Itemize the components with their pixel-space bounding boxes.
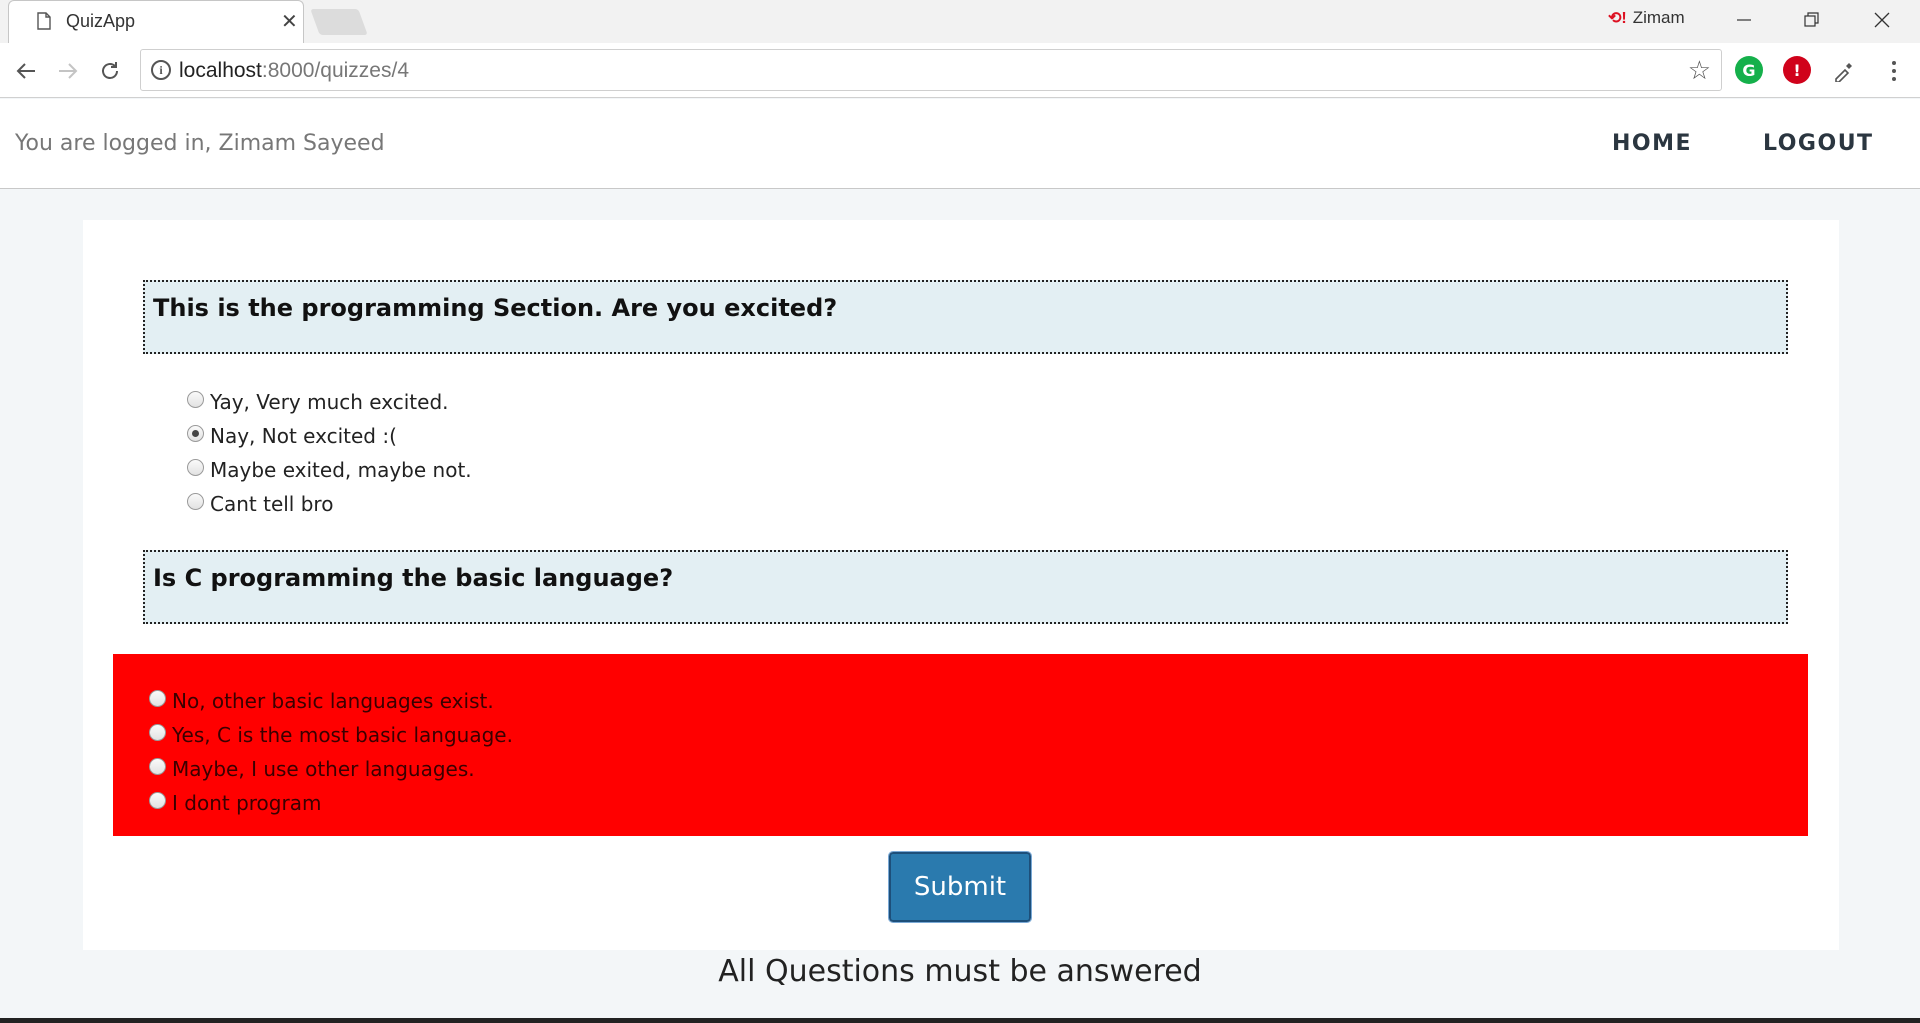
option-label: I dont program xyxy=(172,791,322,815)
question-1: This is the programming Section. Are you… xyxy=(143,280,1788,354)
forward-button[interactable] xyxy=(54,57,82,85)
restore-icon xyxy=(1804,12,1819,27)
browser-toolbar: i localhost:8000/quizzes/4 ☆ G ! xyxy=(0,43,1920,98)
login-status: You are logged in, Zimam Sayeed xyxy=(15,131,385,156)
bookmark-star-icon[interactable]: ☆ xyxy=(1688,56,1711,86)
browser-tab-bar: QuizApp ✕ ⟲! Zimam xyxy=(0,0,1920,44)
tab-title: QuizApp xyxy=(66,11,136,31)
back-button[interactable] xyxy=(12,57,40,85)
url-host: localhost xyxy=(179,59,262,82)
eyedropper-shape xyxy=(1835,63,1852,82)
option-label: No, other basic languages exist. xyxy=(172,689,494,713)
option-1-3[interactable]: Maybe exited, maybe not. xyxy=(187,453,472,487)
eyedropper-icon[interactable] xyxy=(1830,57,1858,85)
adblock-icon[interactable]: ! xyxy=(1783,56,1811,84)
option-label: Cant tell bro xyxy=(210,492,334,516)
submit-button[interactable]: Submit xyxy=(888,851,1032,923)
radio-button[interactable] xyxy=(149,689,166,707)
option-label: Yay, Very much excited. xyxy=(210,390,449,414)
quiz-card: This is the programming Section. Are you… xyxy=(83,220,1839,950)
app-navbar: You are logged in, Zimam Sayeed HOME LOG… xyxy=(0,99,1920,189)
restore-button[interactable] xyxy=(1778,0,1846,40)
close-window-button[interactable] xyxy=(1848,0,1916,40)
option-2-4[interactable]: I dont program xyxy=(149,786,513,820)
info-icon[interactable]: i xyxy=(151,60,171,80)
nav-home-link[interactable]: HOME xyxy=(1612,131,1692,156)
sync-error-icon: ⟲! xyxy=(1608,10,1627,27)
arrow-left-icon xyxy=(16,63,35,79)
radio-button[interactable] xyxy=(149,757,166,775)
radio-button[interactable] xyxy=(187,458,204,476)
option-1-4[interactable]: Cant tell bro xyxy=(187,487,472,521)
option-2-2[interactable]: Yes, C is the most basic language. xyxy=(149,718,513,752)
browser-tab[interactable]: QuizApp ✕ xyxy=(8,0,304,44)
close-tab-icon[interactable]: ✕ xyxy=(281,9,298,33)
radio-button-checked[interactable] xyxy=(187,424,204,442)
option-1-1[interactable]: Yay, Very much excited. xyxy=(187,385,472,419)
new-tab-button[interactable] xyxy=(310,9,368,35)
menu-kebab-icon[interactable] xyxy=(1880,57,1908,85)
nav-logout-link[interactable]: LOGOUT xyxy=(1763,131,1874,156)
profile-name: Zimam xyxy=(1632,8,1685,27)
close-icon xyxy=(1874,12,1890,28)
validation-message: All Questions must be answered xyxy=(718,954,1202,989)
question-2-options: No, other basic languages exist. Yes, C … xyxy=(149,684,513,820)
question-1-options: Yay, Very much excited. Nay, Not excited… xyxy=(187,385,472,521)
question-2: Is C programming the basic language? xyxy=(143,550,1788,624)
option-1-2[interactable]: Nay, Not excited :( xyxy=(187,419,472,453)
address-bar[interactable]: i localhost:8000/quizzes/4 ☆ xyxy=(140,49,1722,91)
radio-button[interactable] xyxy=(187,492,204,510)
url-path: :8000/quizzes/4 xyxy=(261,59,409,82)
option-label: Nay, Not excited :( xyxy=(210,424,397,448)
arrow-right-icon xyxy=(59,63,78,79)
radio-button[interactable] xyxy=(149,791,166,809)
bottom-edge xyxy=(0,1018,1920,1023)
reload-icon xyxy=(102,62,118,79)
option-2-1[interactable]: No, other basic languages exist. xyxy=(149,684,513,718)
radio-button[interactable] xyxy=(149,723,166,741)
profile-badge[interactable]: ⟲! Zimam xyxy=(1608,8,1685,28)
option-label: Yes, C is the most basic language. xyxy=(172,723,513,747)
url-text[interactable]: localhost:8000/quizzes/4 xyxy=(179,59,409,83)
kebab-dots xyxy=(1892,61,1896,81)
reload-button[interactable] xyxy=(96,57,124,85)
radio-button[interactable] xyxy=(187,390,204,408)
minimize-button[interactable] xyxy=(1710,0,1778,40)
grammarly-icon[interactable]: G xyxy=(1735,56,1763,84)
option-2-3[interactable]: Maybe, I use other languages. xyxy=(149,752,513,786)
option-label: Maybe, I use other languages. xyxy=(172,757,475,781)
document-icon xyxy=(37,12,51,30)
minimize-icon xyxy=(1737,19,1751,21)
unanswered-error-box: No, other basic languages exist. Yes, C … xyxy=(113,654,1808,836)
option-label: Maybe exited, maybe not. xyxy=(210,458,472,482)
